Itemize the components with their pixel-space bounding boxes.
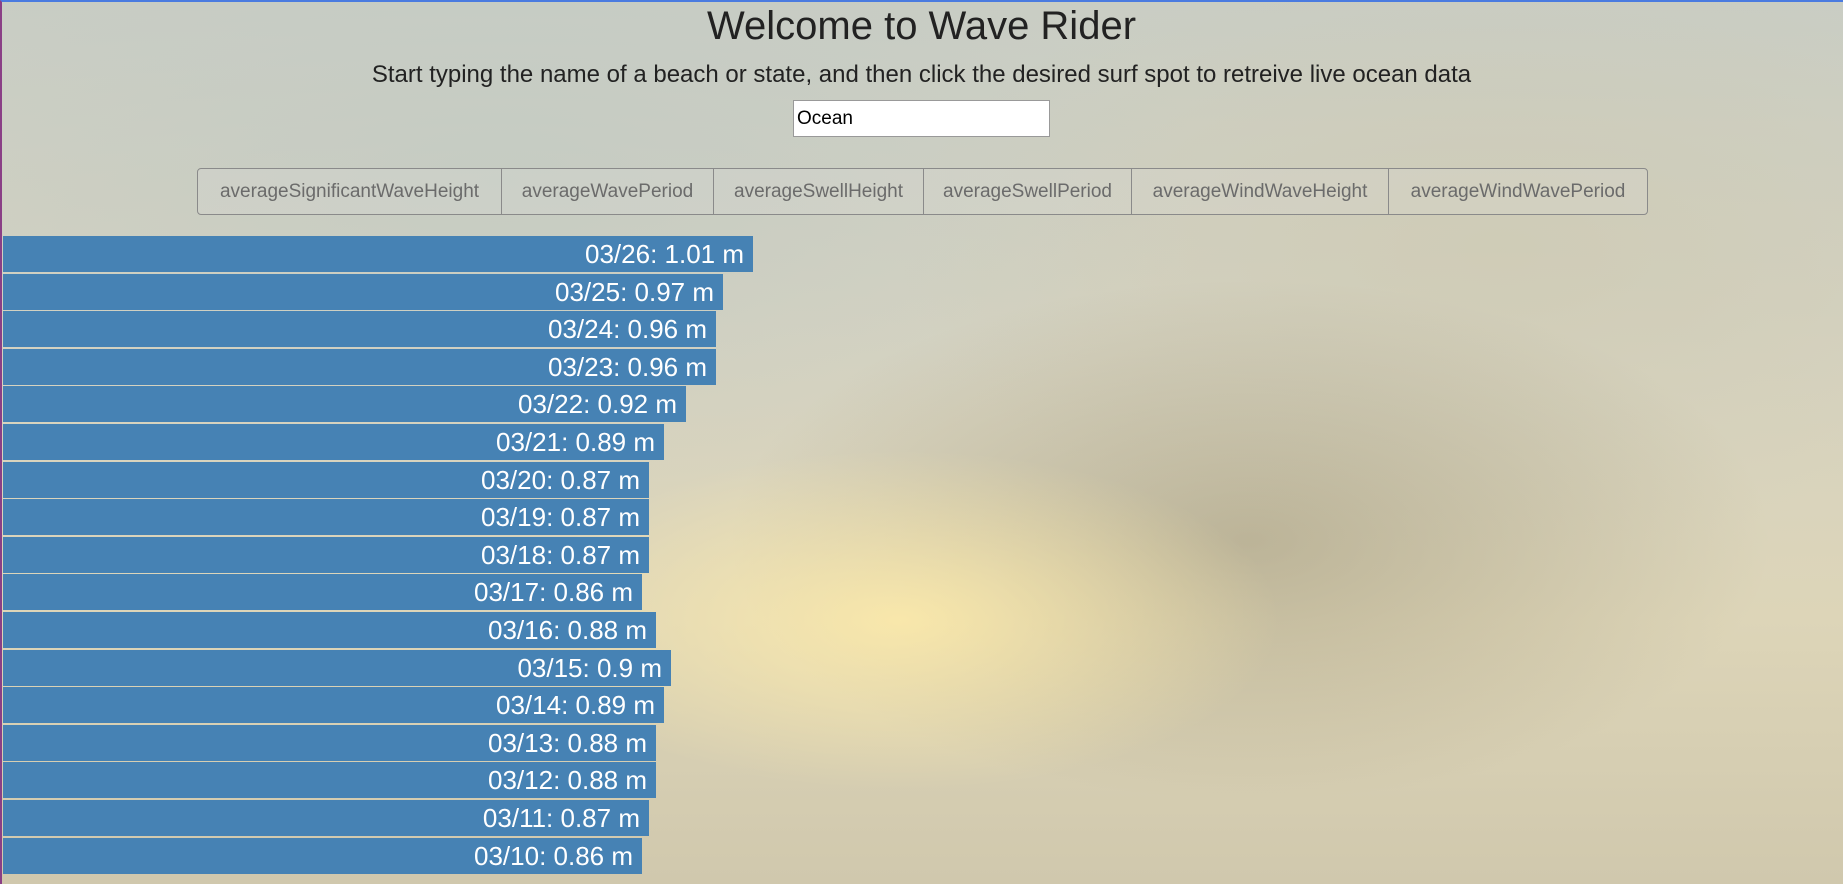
- bar-03-17: 03/17: 0.86 m: [3, 574, 642, 611]
- bar-03-13: 03/13: 0.88 m: [3, 724, 656, 761]
- tab-average-significant-wave-height[interactable]: averageSignificantWaveHeight: [198, 169, 502, 214]
- bar-03-21: 03/21: 0.89 m: [3, 423, 664, 460]
- tab-average-swell-period[interactable]: averageSwellPeriod: [924, 169, 1132, 214]
- bar-03-22: 03/22: 0.92 m: [3, 386, 686, 423]
- page-title: Welcome to Wave Rider: [706, 4, 1137, 48]
- bar-03-10: 03/10: 0.86 m: [3, 837, 642, 874]
- bar-03-24: 03/24: 0.96 m: [3, 311, 716, 348]
- page-subtitle: Start typing the name of a beach or stat…: [371, 61, 1472, 88]
- bar-03-26: 03/26: 1.01 m: [3, 236, 753, 272]
- wave-height-bar-chart: 03/26: 1.01 m 03/25: 0.97 m 03/24: 0.96 m0…: [3, 236, 1003, 875]
- tab-average-wind-wave-height[interactable]: averageWindWaveHeight: [1132, 169, 1389, 214]
- bar-03-23: 03/23: 0.96 m: [3, 348, 716, 385]
- bar-03-12: 03/12: 0.88 m: [3, 762, 656, 799]
- tab-average-swell-height[interactable]: averageSwellHeight: [714, 169, 924, 214]
- metric-tab-bar: averageSignificantWaveHeight averageWave…: [197, 168, 1648, 215]
- tab-average-wave-period[interactable]: averageWavePeriod: [502, 169, 714, 214]
- bar-03-25: 03/25: 0.97 m: [3, 273, 723, 310]
- bar-03-14: 03/14: 0.89 m: [3, 687, 664, 724]
- tab-average-wind-wave-period[interactable]: averageWindWavePeriod: [1389, 169, 1647, 214]
- bar-03-16: 03/16: 0.88 m: [3, 611, 656, 648]
- bar-03-15: 03/15: 0.9 m: [3, 649, 671, 686]
- bar-03-11: 03/11: 0.87 m: [3, 799, 649, 836]
- bar-03-19: 03/19: 0.87 m: [3, 499, 649, 536]
- bar-03-20: 03/20: 0.87 m: [3, 461, 649, 498]
- search-input[interactable]: [793, 100, 1050, 137]
- bar-03-18: 03/18: 0.87 m: [3, 536, 649, 573]
